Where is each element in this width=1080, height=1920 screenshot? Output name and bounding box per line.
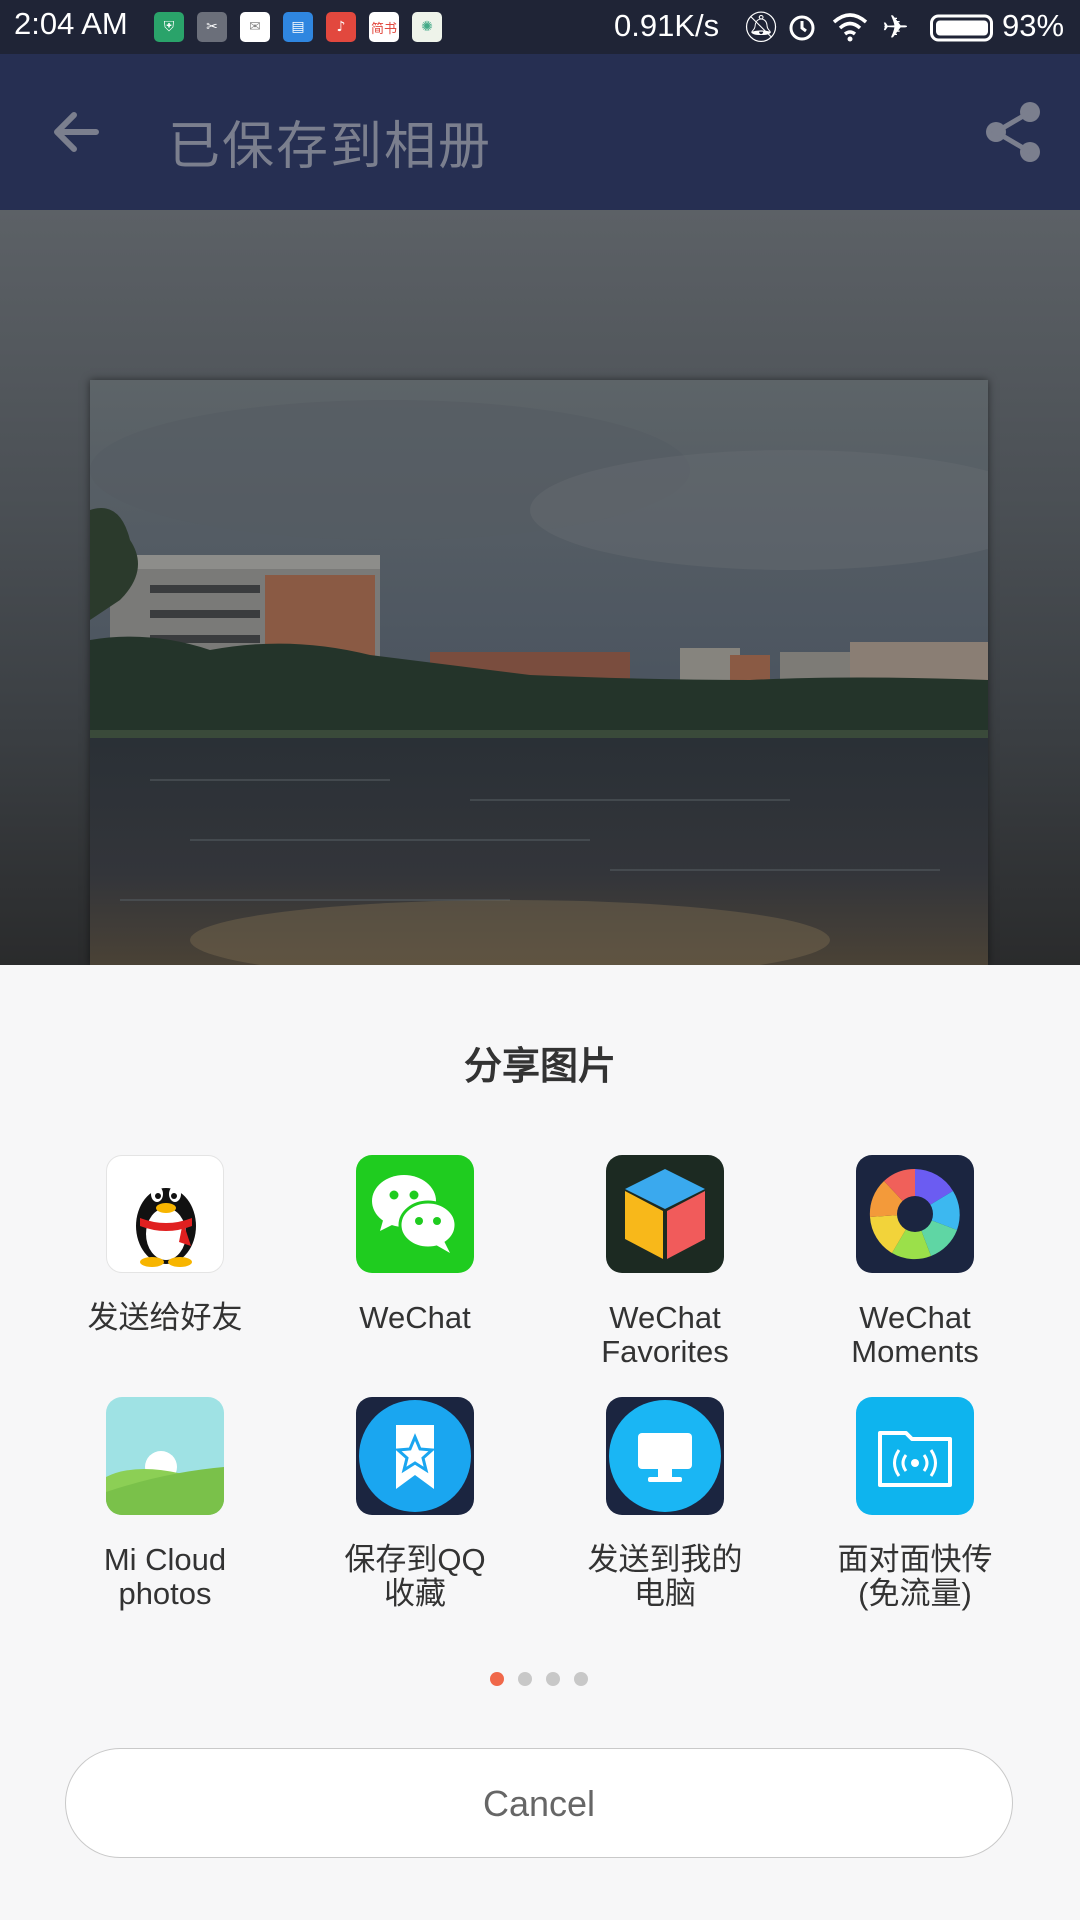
silent-icon: 🔕︎ bbox=[742, 10, 781, 45]
message-icon: ▤ bbox=[283, 12, 313, 42]
photo-preview-area bbox=[0, 210, 1080, 965]
status-time: 2:04 AM bbox=[14, 6, 128, 41]
music-icon: ♪ bbox=[326, 12, 356, 42]
wechat-favorites-cube-icon bbox=[606, 1155, 724, 1273]
share-sheet: 分享图片 发送给好友 WeChat WeChat Favorites WeCha… bbox=[0, 965, 1080, 1920]
page-dot bbox=[490, 1672, 504, 1686]
wechat-icon bbox=[356, 1155, 474, 1273]
wechat-moments-aperture-icon bbox=[856, 1155, 974, 1273]
sheet-title: 分享图片 bbox=[463, 1044, 616, 1088]
share-target-wechat-favorites[interactable]: WeChat Favorites bbox=[540, 1155, 790, 1369]
wifi-icon bbox=[832, 13, 868, 42]
page-title: 已保存到相册 bbox=[168, 117, 493, 177]
share-target-label: 发送到我的 电脑 bbox=[587, 1542, 743, 1611]
share-target-label: 发送给好友 bbox=[87, 1300, 243, 1335]
qq-penguin-icon bbox=[106, 1155, 224, 1273]
share-target-label: 保存到QQ 收藏 bbox=[344, 1542, 486, 1611]
share-target-label: WeChat Favorites bbox=[601, 1300, 729, 1369]
airplane-mode-icon: ✈ bbox=[882, 8, 909, 46]
logo-icon: ✺ bbox=[412, 12, 442, 42]
share-target-label: Mi Cloud photos bbox=[103, 1542, 227, 1611]
share-target-wechat-moments[interactable]: WeChat Moments bbox=[790, 1155, 1040, 1369]
qq-favorites-star-icon bbox=[356, 1397, 474, 1515]
page-dot bbox=[574, 1672, 588, 1686]
share-target-qq-friend[interactable]: 发送给好友 bbox=[40, 1155, 290, 1335]
share-icon[interactable] bbox=[984, 100, 1044, 164]
jianshu-icon: 简书 bbox=[369, 12, 399, 42]
share-target-label: 面对面快传 (免流量) bbox=[837, 1542, 993, 1611]
share-target-label: WeChat Moments bbox=[851, 1300, 979, 1369]
app-bar: 已保存到相册 bbox=[0, 54, 1080, 210]
network-speed: 0.91K/s bbox=[614, 8, 720, 43]
scissors-icon: ✂ bbox=[197, 12, 227, 42]
cancel-button[interactable]: Cancel bbox=[65, 1748, 1013, 1858]
share-target-send-to-computer[interactable]: 发送到我的 电脑 bbox=[540, 1397, 790, 1611]
jianshu-icon-text: 简书 bbox=[370, 21, 397, 37]
mi-cloud-photos-icon bbox=[106, 1397, 224, 1515]
share-target-face-to-face[interactable]: 面对面快传 (免流量) bbox=[790, 1397, 1040, 1611]
share-target-mi-cloud-photos[interactable]: Mi Cloud photos bbox=[40, 1397, 290, 1611]
share-target-label: WeChat bbox=[359, 1300, 471, 1335]
send-to-computer-icon bbox=[606, 1397, 724, 1515]
page-dot bbox=[518, 1672, 532, 1686]
battery-percent: 93% bbox=[1002, 8, 1065, 43]
share-target-qq-favorites[interactable]: 保存到QQ 收藏 bbox=[290, 1397, 540, 1611]
alarm-icon bbox=[789, 15, 815, 41]
mail-icon: ✉ bbox=[240, 12, 270, 42]
page-indicator bbox=[490, 1672, 590, 1686]
share-target-wechat[interactable]: WeChat bbox=[290, 1155, 540, 1335]
shield-icon: ⛨ bbox=[154, 12, 184, 42]
status-bar: 2:04 AM ⛨ ✂ ✉ ▤ ♪ 简书 ✺ 0.91K/s 🔕︎ ✈ 93% bbox=[0, 0, 1080, 54]
saved-photo bbox=[90, 380, 988, 965]
face-to-face-transfer-icon bbox=[856, 1397, 974, 1515]
battery-icon bbox=[930, 14, 993, 42]
arrow-left-icon[interactable] bbox=[48, 102, 108, 162]
page-dot bbox=[546, 1672, 560, 1686]
